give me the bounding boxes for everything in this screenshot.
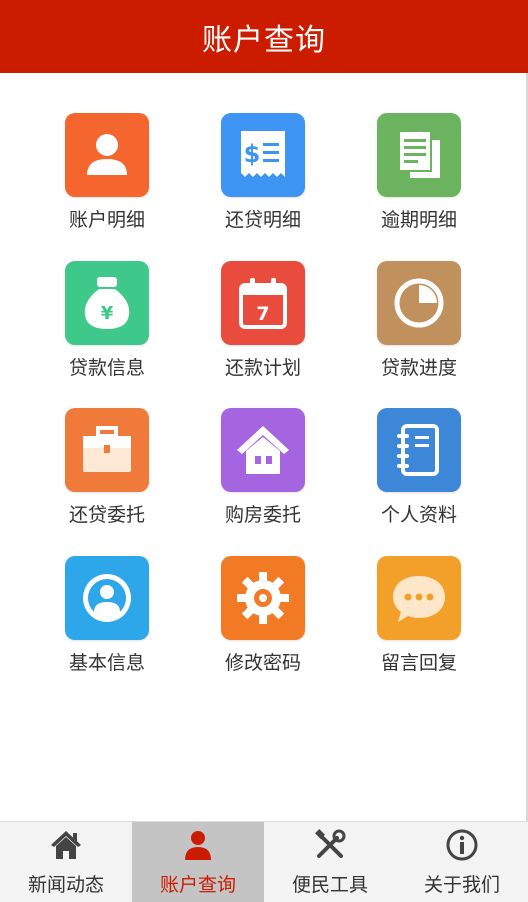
bottom-tab-bar: 新闻动态 账户查询 便民工具 关于我们 <box>0 821 528 902</box>
tile-overdue-detail[interactable]: 逾期明细 <box>349 113 489 253</box>
tile-label: 留言回复 <box>380 652 457 674</box>
tile-icon-bg: ¥ <box>65 261 149 345</box>
receipt-icon: $ <box>241 131 285 177</box>
tab-label: 关于我们 <box>423 874 500 896</box>
tools-icon <box>315 829 346 858</box>
calendar-day: 7 <box>256 303 269 325</box>
tile-account-detail[interactable]: 账户明细 <box>37 113 177 253</box>
tile-loan-progress[interactable]: 贷款进度 <box>349 261 489 401</box>
tile-label: 贷款信息 <box>68 357 145 379</box>
tile-icon-bg <box>65 556 149 640</box>
user-icon <box>87 134 127 175</box>
tile-icon-bg <box>65 408 149 492</box>
tile-icon-bg: 7 <box>221 261 305 345</box>
notebook-icon <box>397 424 439 476</box>
tab-label: 新闻动态 <box>27 874 104 896</box>
tile-label: 逾期明细 <box>380 209 457 231</box>
tile-label: 还款计划 <box>224 357 301 379</box>
tile-basic-info[interactable]: 基本信息 <box>37 556 177 696</box>
documents-icon <box>398 130 442 180</box>
tab-label: 便民工具 <box>291 874 368 896</box>
tab-label: 账户查询 <box>159 874 236 896</box>
calendar-icon: 7 <box>239 278 287 329</box>
chat-bubble-icon <box>393 576 445 622</box>
tile-icon-bg <box>221 408 305 492</box>
money-bag-icon: ¥ <box>84 277 130 329</box>
gear-icon <box>237 572 289 624</box>
tile-icon-bg <box>377 261 461 345</box>
tab-about-us[interactable]: 关于我们 <box>396 822 528 902</box>
tile-repayment-entrust[interactable]: 还贷委托 <box>37 408 177 548</box>
tile-label: 基本信息 <box>68 652 145 674</box>
tile-repayment-plan[interactable]: 7 还款计划 <box>193 261 333 401</box>
tile-icon-bg <box>65 113 149 197</box>
tab-account-query[interactable]: 账户查询 <box>132 822 264 902</box>
profile-circle-icon <box>83 574 131 622</box>
tile-house-entrust[interactable]: 购房委托 <box>193 408 333 548</box>
briefcase-icon <box>83 426 131 472</box>
tile-label: 贷款进度 <box>380 357 457 379</box>
tile-loan-info[interactable]: ¥ 贷款信息 <box>37 261 177 401</box>
tile-label: 还贷明细 <box>224 209 301 231</box>
house-icon <box>237 426 289 474</box>
tile-message-reply[interactable]: 留言回复 <box>349 556 489 696</box>
tile-label: 账户明细 <box>68 209 145 231</box>
tile-repayment-detail[interactable]: $ 还贷明细 <box>193 113 333 253</box>
person-icon <box>185 831 211 860</box>
page-title: 账户查询 <box>202 22 326 58</box>
info-icon <box>446 829 478 861</box>
page-header: 账户查询 <box>0 0 528 73</box>
tile-icon-bg <box>221 556 305 640</box>
tab-tools[interactable]: 便民工具 <box>264 822 396 902</box>
money-symbol: ¥ <box>101 303 114 324</box>
tile-label: 购房委托 <box>224 504 301 526</box>
tile-icon-bg <box>377 556 461 640</box>
tile-label: 还贷委托 <box>68 504 145 526</box>
tile-icon-bg <box>377 408 461 492</box>
tile-icon-bg <box>377 113 461 197</box>
tile-personal-profile[interactable]: 个人资料 <box>349 408 489 548</box>
tile-label: 个人资料 <box>380 504 457 526</box>
tile-icon-bg: $ <box>221 113 305 197</box>
home-icon <box>51 831 81 859</box>
tile-change-password[interactable]: 修改密码 <box>193 556 333 696</box>
tab-news[interactable]: 新闻动态 <box>0 822 132 902</box>
pie-chart-icon <box>394 278 444 328</box>
receipt-symbol: $ <box>244 140 261 168</box>
tile-label: 修改密码 <box>224 652 301 674</box>
